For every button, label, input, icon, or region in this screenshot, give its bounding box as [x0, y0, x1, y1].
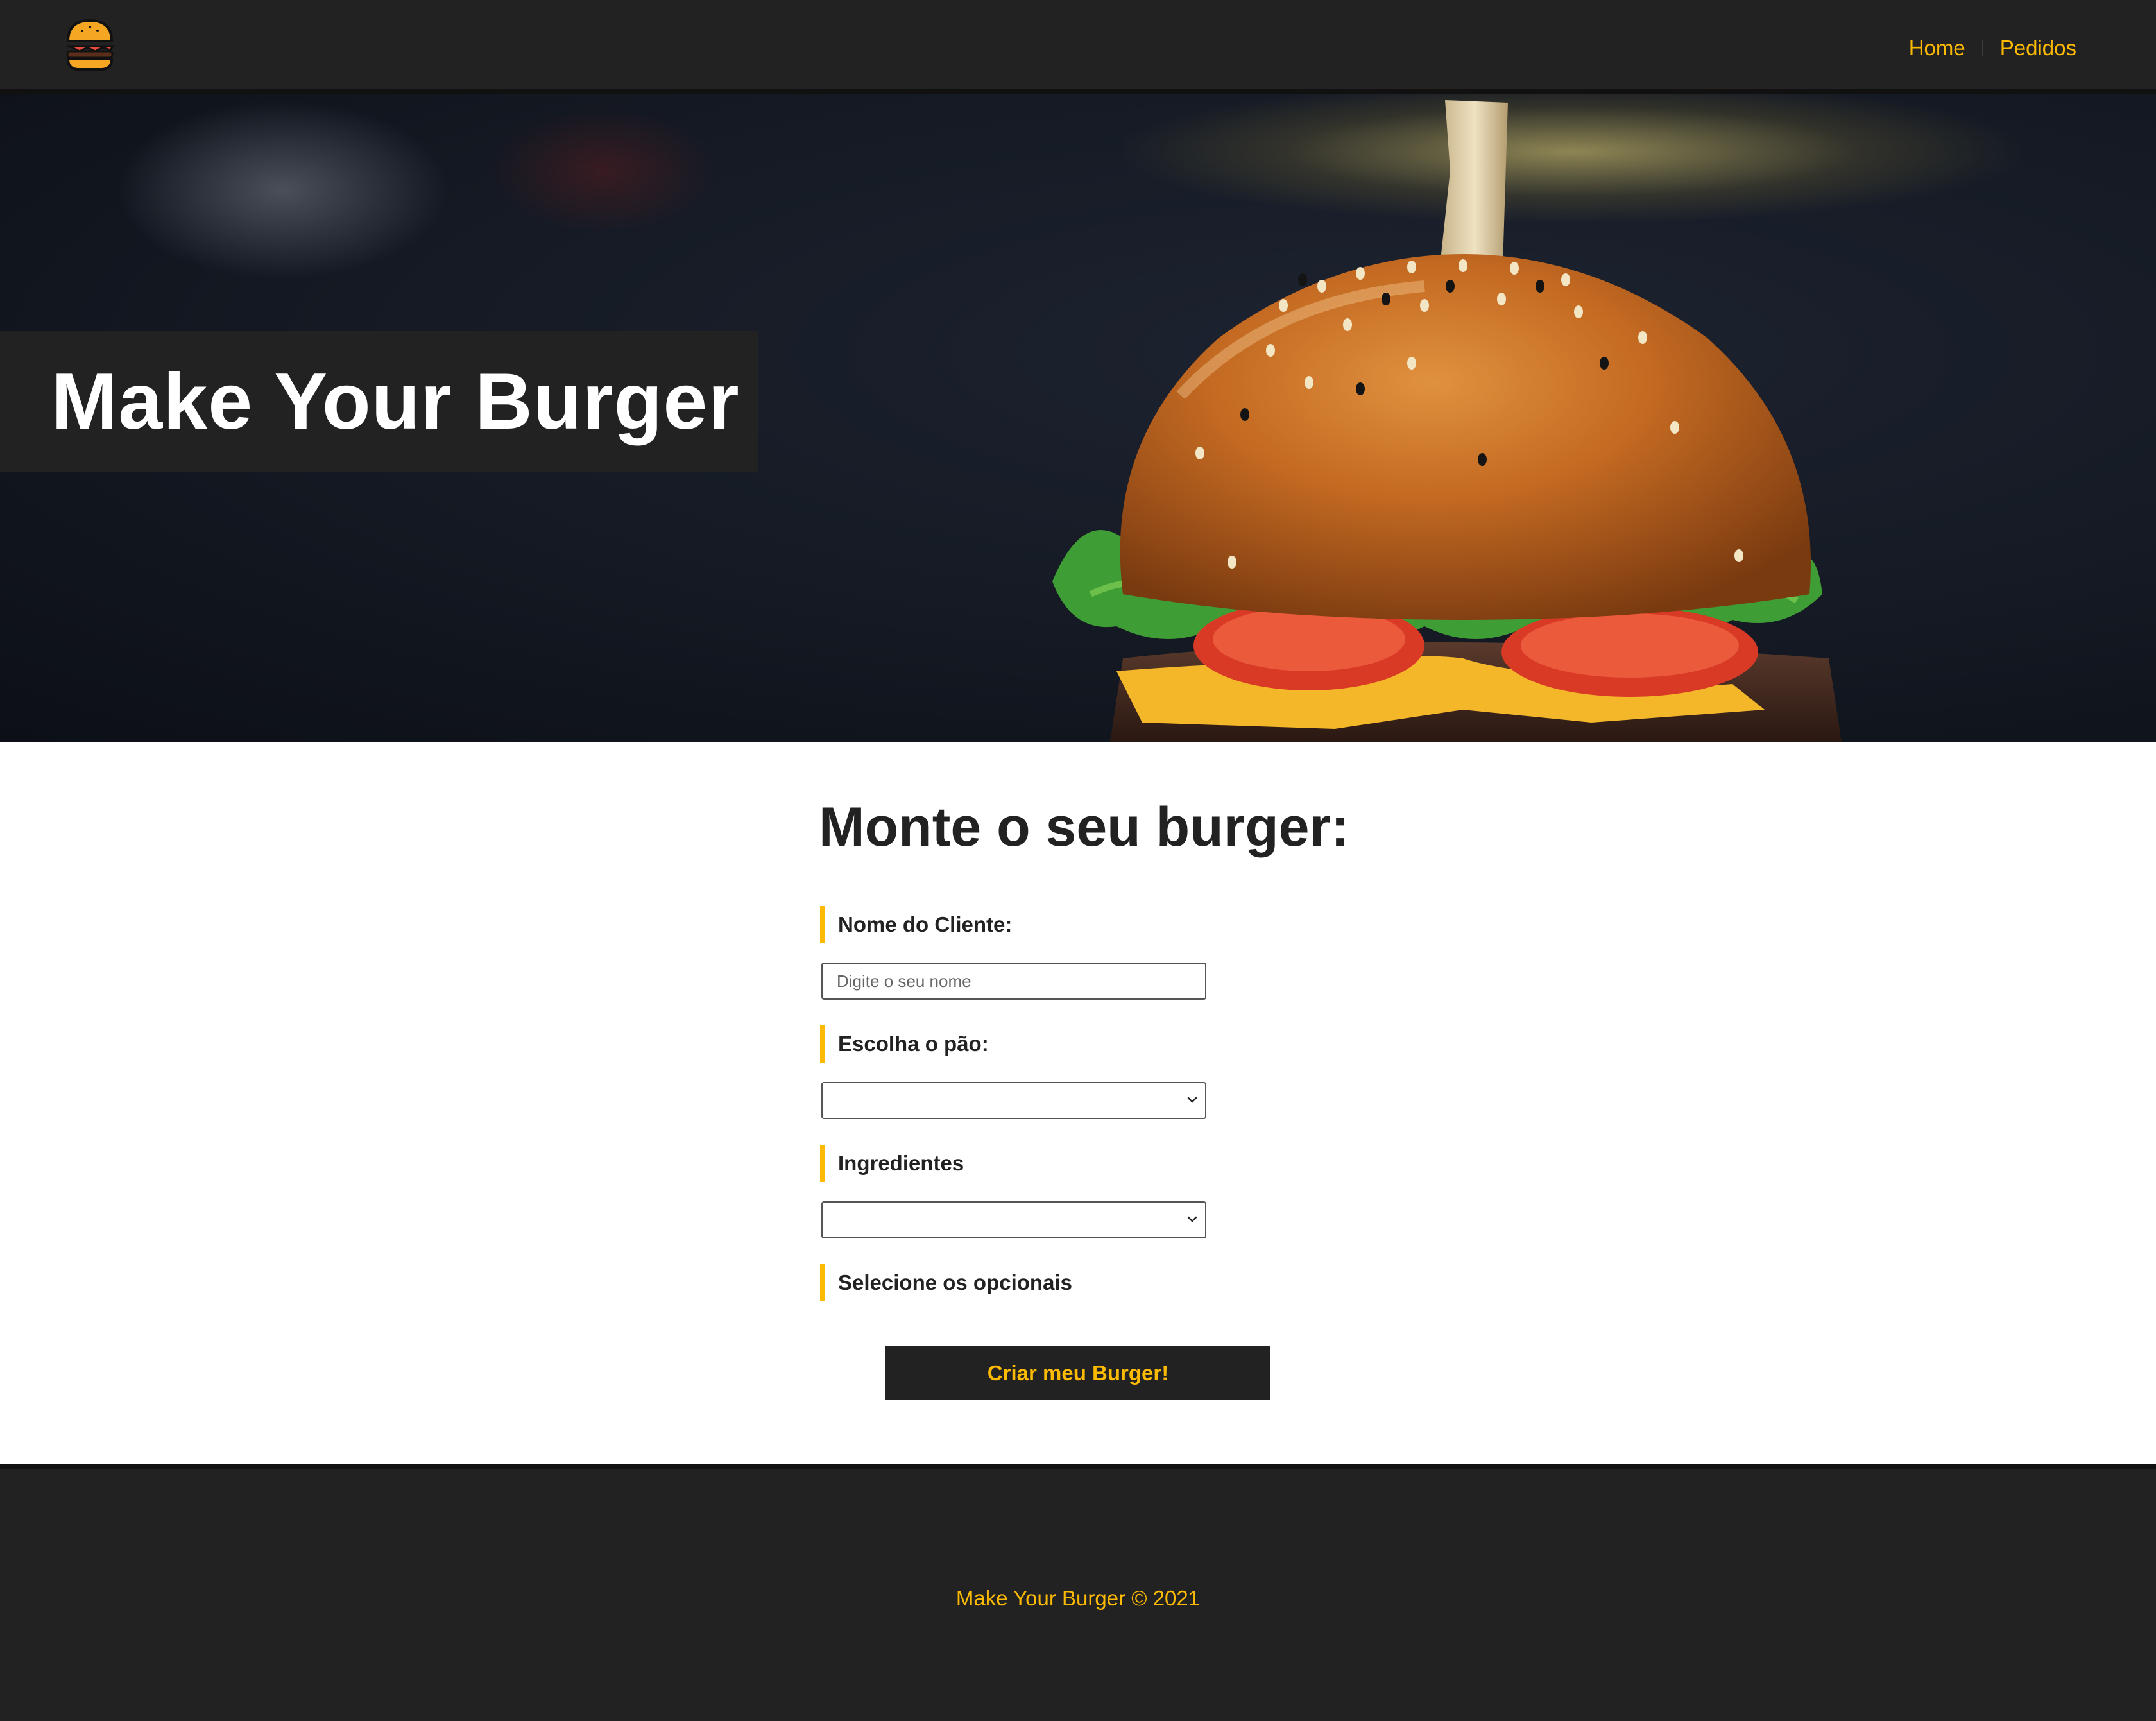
burger-logo-icon[interactable] — [64, 18, 116, 72]
form-title: Monte o seu burger: — [819, 796, 1349, 858]
ingredients-label: Ingredientes — [820, 1145, 964, 1182]
nav-link-home[interactable]: Home — [1909, 36, 1965, 60]
hero-burger-image — [1052, 100, 1842, 742]
customer-name-input[interactable] — [821, 963, 1206, 1000]
chevron-down-icon — [1187, 1216, 1197, 1222]
nav-divider — [1981, 40, 1983, 56]
hero-title: Make Your Burger — [51, 357, 740, 446]
ingredients-select[interactable] — [821, 1201, 1206, 1238]
optionals-label: Selecione os opcionais — [820, 1264, 1072, 1301]
hero-background-blur — [488, 107, 719, 235]
nav-link-pedidos[interactable]: Pedidos — [2000, 36, 2076, 60]
hero-title-box: Make Your Burger — [0, 331, 758, 472]
navbar: Home Pedidos — [0, 0, 2156, 94]
bread-select[interactable] — [821, 1082, 1206, 1119]
footer: Make Your Burger © 2021 — [0, 1464, 2156, 1721]
create-burger-button[interactable]: Criar meu Burger! — [886, 1346, 1270, 1400]
chevron-down-icon — [1187, 1097, 1197, 1103]
hero-banner: Make Your Burger — [0, 94, 2156, 742]
footer-copyright: Make Your Burger © 2021 — [955, 1586, 1201, 1610]
bread-label: Escolha o pão: — [820, 1025, 989, 1063]
name-label: Nome do Cliente: — [820, 906, 1012, 943]
hero-background-blur — [116, 100, 449, 280]
nav-links: Home Pedidos — [1909, 33, 2076, 63]
